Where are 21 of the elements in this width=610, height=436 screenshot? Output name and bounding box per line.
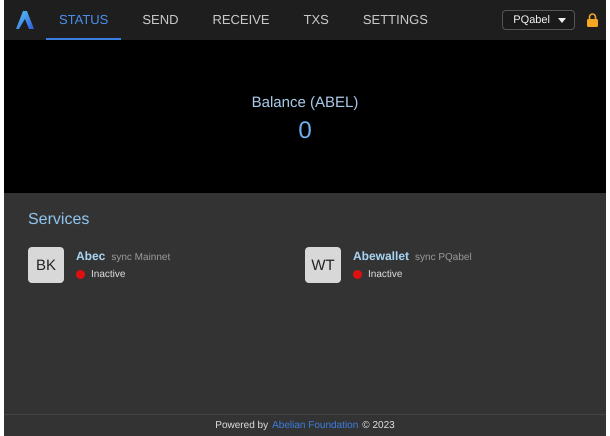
network-dropdown[interactable]: PQabel <box>502 10 575 30</box>
nav-tab[interactable]: TXS <box>290 0 342 40</box>
service-status: Inactive <box>368 269 402 280</box>
nav-tab[interactable]: SETTINGS <box>350 0 441 40</box>
balance-label: Balance (ABEL) <box>252 94 358 111</box>
service-name: Abewallet <box>353 249 410 263</box>
service-sync: sync Mainnet <box>111 252 170 263</box>
nav-tab[interactable]: RECEIVE <box>199 0 283 40</box>
logo-icon <box>16 11 34 29</box>
service-name: Abec <box>76 249 106 263</box>
service-avatar: WT <box>305 247 341 283</box>
service-sync: sync PQabel <box>415 252 472 263</box>
caret-icon <box>558 18 566 22</box>
footer-text: © 2023 <box>362 420 395 431</box>
services-title: Services <box>28 211 90 229</box>
nav-tab[interactable]: SEND <box>129 0 192 40</box>
service-avatar: BK <box>28 247 64 283</box>
lock-icon[interactable] <box>587 13 598 27</box>
service-status: Inactive <box>91 269 126 280</box>
balance-value: 0 <box>298 117 312 145</box>
footer-text: Powered by <box>215 420 268 431</box>
